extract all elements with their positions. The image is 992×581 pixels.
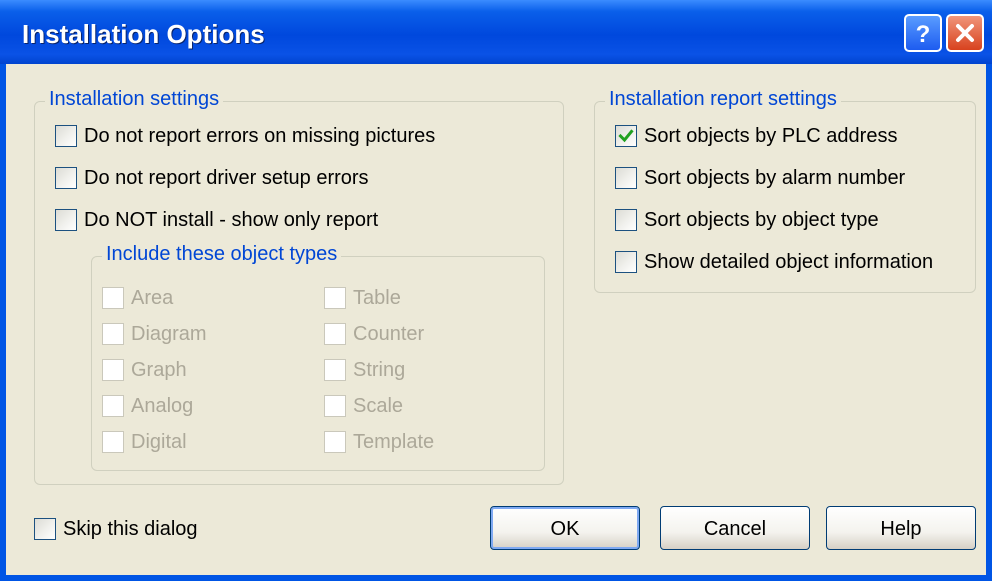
checkbox-label: String <box>353 358 406 381</box>
checkbox[interactable] <box>55 167 77 189</box>
checkbox[interactable] <box>102 287 124 309</box>
checkbox[interactable] <box>615 167 637 189</box>
checkbox[interactable] <box>55 125 77 147</box>
object-type-counter[interactable]: Counter <box>324 321 424 347</box>
skip-dialog-option[interactable]: Skip this dialog <box>34 516 198 542</box>
checkbox-label: Area <box>131 286 174 309</box>
checkbox[interactable] <box>324 323 346 345</box>
sort-by-plc-address-option[interactable]: Sort objects by PLC address <box>615 123 897 149</box>
object-types-legend: Include these object types <box>102 243 342 266</box>
checkmark-icon <box>618 129 634 143</box>
checkbox-label: Skip this dialog <box>63 517 198 540</box>
show-only-report-option[interactable]: Do NOT install - show only report <box>55 207 378 233</box>
sort-by-alarm-number-option[interactable]: Sort objects by alarm number <box>615 165 905 191</box>
report-settings-group: Installation report settings Sort object… <box>594 88 976 293</box>
installation-settings-group: Installation settings Do not report erro… <box>34 88 564 485</box>
sort-by-object-type-option[interactable]: Sort objects by object type <box>615 207 879 233</box>
checkbox-label: Sort objects by alarm number <box>644 166 906 189</box>
show-detailed-info-option[interactable]: Show detailed object information <box>615 249 933 275</box>
object-type-graph[interactable]: Graph <box>102 357 187 383</box>
checkbox[interactable] <box>324 359 346 381</box>
ok-button[interactable]: OK <box>490 506 640 550</box>
svg-text:?: ? <box>916 21 931 48</box>
installation-settings-legend: Installation settings <box>45 88 224 111</box>
object-type-scale[interactable]: Scale <box>324 393 403 419</box>
checkbox-label: Sort objects by object type <box>644 208 879 231</box>
help-icon[interactable]: ? <box>904 14 942 52</box>
checkbox[interactable] <box>615 209 637 231</box>
checkbox-label: Counter <box>353 322 425 345</box>
checkbox[interactable] <box>102 395 124 417</box>
checkbox-label: Graph <box>131 358 187 381</box>
checkbox[interactable] <box>102 359 124 381</box>
checkbox-label: Diagram <box>131 322 207 345</box>
checkbox-label: Table <box>353 286 401 309</box>
dialog-title: Installation Options <box>22 19 265 49</box>
checkbox-label: Digital <box>131 430 187 453</box>
installation-options-dialog: Installation Options ? Installation sett… <box>0 0 992 581</box>
checkbox[interactable] <box>615 125 637 147</box>
checkbox-label: Do not report driver setup errors <box>84 166 369 189</box>
object-type-string[interactable]: String <box>324 357 405 383</box>
object-types-group: Include these object types Area Diagram … <box>91 243 545 471</box>
checkbox[interactable] <box>102 323 124 345</box>
report-settings-legend: Installation report settings <box>605 88 841 111</box>
checkbox[interactable] <box>102 431 124 453</box>
dialog-body: Installation settings Do not report erro… <box>6 64 986 575</box>
checkbox-label: Show detailed object information <box>644 250 934 273</box>
checkbox-label: Scale <box>353 394 404 417</box>
checkbox-label: Do NOT install - show only report <box>84 208 379 231</box>
checkbox-label: Template <box>353 430 435 453</box>
object-type-analog[interactable]: Analog <box>102 393 193 419</box>
checkbox[interactable] <box>34 518 56 540</box>
object-type-area[interactable]: Area <box>102 285 173 311</box>
checkbox[interactable] <box>324 287 346 309</box>
checkbox-label: Do not report errors on missing pictures <box>84 124 436 147</box>
checkbox[interactable] <box>324 395 346 417</box>
object-type-table[interactable]: Table <box>324 285 401 311</box>
help-button[interactable]: Help <box>826 506 976 550</box>
cancel-button[interactable]: Cancel <box>660 506 810 550</box>
object-type-diagram[interactable]: Diagram <box>102 321 207 347</box>
checkbox[interactable] <box>55 209 77 231</box>
checkbox[interactable] <box>324 431 346 453</box>
checkbox-label: Sort objects by PLC address <box>644 124 898 147</box>
no-driver-errors-option[interactable]: Do not report driver setup errors <box>55 165 369 191</box>
close-icon[interactable] <box>946 14 984 52</box>
object-type-digital[interactable]: Digital <box>102 429 187 455</box>
object-type-template[interactable]: Template <box>324 429 434 455</box>
checkbox-label: Analog <box>131 394 194 417</box>
title-bar[interactable]: Installation Options ? <box>0 0 992 64</box>
checkbox[interactable] <box>615 251 637 273</box>
no-missing-pictures-option[interactable]: Do not report errors on missing pictures <box>55 123 435 149</box>
